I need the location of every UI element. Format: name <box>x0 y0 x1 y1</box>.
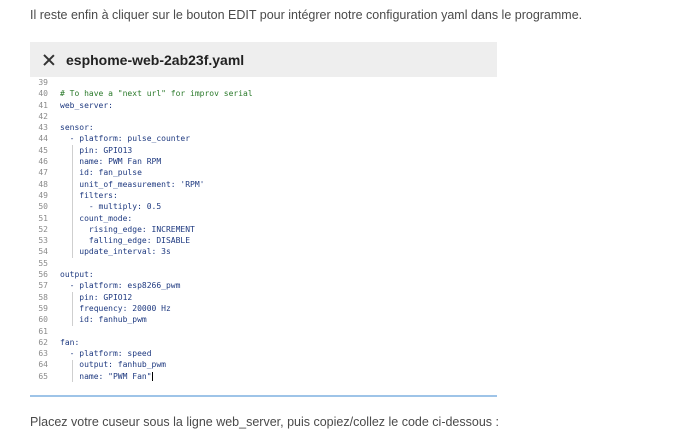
line-text: filters: <box>60 190 118 200</box>
code-line: 58 pin: GPIO12 <box>30 292 497 303</box>
line-number: 55 <box>38 258 48 268</box>
code-line: 64 output: fanhub_pwm <box>30 359 497 370</box>
code-line: 62 fan: <box>30 337 497 348</box>
code-line: 54 update_interval: 3s <box>30 246 497 257</box>
code-line: 65 name: "PWM Fan" <box>30 371 497 382</box>
line-text: frequency: 20000 Hz <box>60 303 171 313</box>
line-text: falling_edge: DISABLE <box>60 236 191 246</box>
line-text: name: PWM Fan RPM <box>60 157 162 167</box>
close-icon[interactable] <box>42 53 56 67</box>
code-line: 56 output: <box>30 269 497 280</box>
code-line: 51 count_mode: <box>30 213 497 224</box>
outro-paragraph: Placez votre cuseur sous la ligne web_se… <box>30 415 499 429</box>
line-text: - platform: esp8266_pwm <box>60 281 181 291</box>
line-number: 46 <box>38 157 48 167</box>
code-line: 41 web_server: <box>30 100 497 111</box>
text-cursor <box>151 371 153 381</box>
line-text: rising_edge: INCREMENT <box>60 224 195 234</box>
code-line: 46 name: PWM Fan RPM <box>30 156 497 167</box>
indent-guide <box>71 359 73 383</box>
code-line: 60 id: fanhub_pwm <box>30 314 497 325</box>
line-number: 65 <box>38 371 48 381</box>
code-line: 49 filters: <box>30 190 497 201</box>
line-text: update_interval: 3s <box>60 247 171 257</box>
yaml-editor-dialog: esphome-web-2ab23f.yaml 39 40 # To have a … <box>30 42 497 397</box>
code-line: 57 - platform: esp8266_pwm <box>30 280 497 291</box>
line-text: unit_of_measurement: 'RPM' <box>60 179 205 189</box>
code-line: 53 falling_edge: DISABLE <box>30 235 497 246</box>
line-number: 60 <box>38 315 48 325</box>
editor-filename: esphome-web-2ab23f.yaml <box>66 51 245 68</box>
code-line: 63 - platform: speed <box>30 348 497 359</box>
indent-guide <box>71 291 73 326</box>
code-editor[interactable]: 39 40 # To have a "next url" for improv se… <box>30 77 497 383</box>
line-number: 43 <box>38 123 48 133</box>
line-text: fan: <box>60 337 80 347</box>
line-number: 48 <box>38 179 48 189</box>
line-number: 52 <box>38 224 48 234</box>
line-number: 63 <box>38 349 48 359</box>
line-text: output: <box>60 270 94 280</box>
code-line: 59 frequency: 20000 Hz <box>30 303 497 314</box>
line-number: 53 <box>38 236 48 246</box>
line-number: 64 <box>38 360 48 370</box>
line-number: 59 <box>38 303 48 313</box>
line-number: 41 <box>38 100 48 110</box>
line-number: 50 <box>38 202 48 212</box>
line-number: 58 <box>38 292 48 302</box>
code-line: 61 <box>30 326 497 337</box>
code-line: 42 <box>30 111 497 122</box>
line-number: 62 <box>38 337 48 347</box>
code-line: 55 <box>30 258 497 269</box>
code-line: 48 unit_of_measurement: 'RPM' <box>30 179 497 190</box>
line-number: 51 <box>38 213 48 223</box>
line-text: # To have a "next url" for improv serial <box>60 89 253 99</box>
line-number: 57 <box>38 281 48 291</box>
line-number: 61 <box>38 326 48 336</box>
code-line: 43 sensor: <box>30 122 497 133</box>
line-number: 56 <box>38 270 48 280</box>
line-text: sensor: <box>60 123 94 133</box>
code-line: 40 # To have a "next url" for improv seri… <box>30 88 497 99</box>
code-line: 47 id: fan_pulse <box>30 167 497 178</box>
line-text: id: fanhub_pwm <box>60 315 147 325</box>
line-number: 40 <box>38 89 48 99</box>
editor-header: esphome-web-2ab23f.yaml <box>30 42 497 77</box>
line-text: - multiply: 0.5 <box>60 202 162 212</box>
code-line: 52 rising_edge: INCREMENT <box>30 224 497 235</box>
line-number: 39 <box>38 78 48 87</box>
line-number: 47 <box>38 168 48 178</box>
code-line: 44 - platform: pulse_counter <box>30 133 497 144</box>
line-number: 49 <box>38 190 48 200</box>
intro-paragraph: Il reste enfin à cliquer sur le bouton E… <box>30 8 583 22</box>
line-number: 45 <box>38 145 48 155</box>
line-text: - platform: pulse_counter <box>60 134 191 144</box>
code-line: 45 pin: GPIO13 <box>30 145 497 156</box>
line-text: name: "PWM Fan" <box>60 371 153 381</box>
code-line: 50 - multiply: 0.5 <box>30 201 497 212</box>
line-number: 54 <box>38 247 48 257</box>
line-number: 42 <box>38 111 48 121</box>
line-text: - platform: speed <box>60 349 152 359</box>
line-text: web_server: <box>60 100 113 110</box>
code-line: 39 <box>30 77 497 88</box>
indent-guide <box>71 144 73 258</box>
line-number: 44 <box>38 134 48 144</box>
line-text: output: fanhub_pwm <box>60 360 166 370</box>
